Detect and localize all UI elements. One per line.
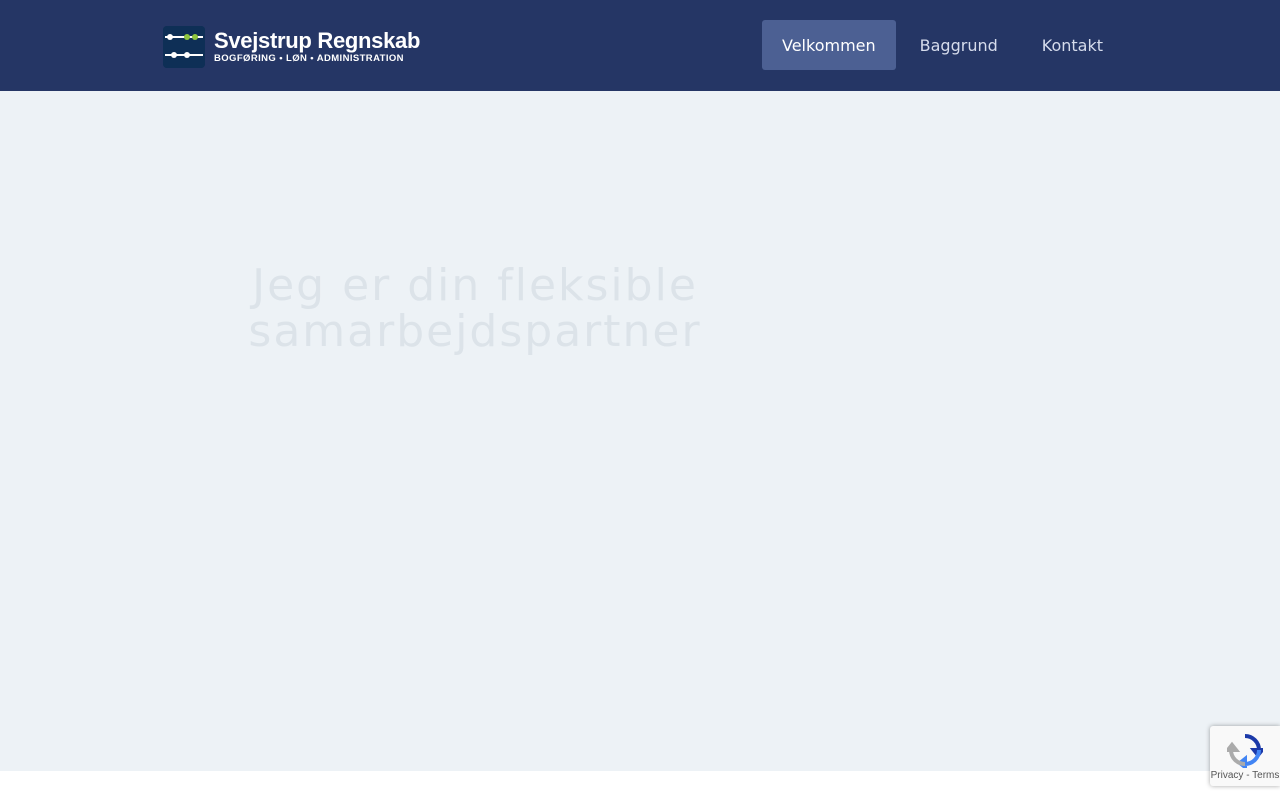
recaptcha-privacy-link[interactable]: Privacy (1211, 770, 1244, 781)
recaptcha-links: Privacy - Terms (1210, 770, 1280, 781)
hero-heading-line2: samarbejdspartner (248, 306, 702, 357)
recaptcha-terms-link[interactable]: Terms (1252, 770, 1279, 781)
brand-title: Svejstrup Regnskab (214, 27, 421, 53)
site-logo[interactable]: Svejstrup Regnskab BOGFØRING • LØN • ADM… (163, 25, 420, 68)
recaptcha-icon (1223, 732, 1267, 772)
abacus-logo-icon (163, 25, 205, 68)
main-nav: Velkommen Baggrund Kontakt (762, 20, 1127, 70)
hero-heading: Jeg er din fleksible samarbejdspartner (210, 263, 740, 355)
recaptcha-badge[interactable]: Privacy - Terms (1210, 726, 1280, 786)
brand-tagline: BOGFØRING • LØN • ADMINISTRATION (214, 52, 404, 64)
recaptcha-separator: - (1243, 770, 1253, 781)
nav-item-velkommen[interactable]: Velkommen (762, 20, 896, 70)
hero-section: Jeg er din fleksible samarbejdspartner (0, 91, 1280, 771)
site-header: Svejstrup Regnskab BOGFØRING • LØN • ADM… (0, 0, 1280, 91)
logo-text: Svejstrup Regnskab BOGFØRING • LØN • ADM… (214, 27, 421, 65)
nav-item-kontakt[interactable]: Kontakt (1022, 20, 1123, 70)
nav-item-baggrund[interactable]: Baggrund (900, 20, 1018, 70)
hero-heading-line1: Jeg er din fleksible (252, 260, 698, 311)
